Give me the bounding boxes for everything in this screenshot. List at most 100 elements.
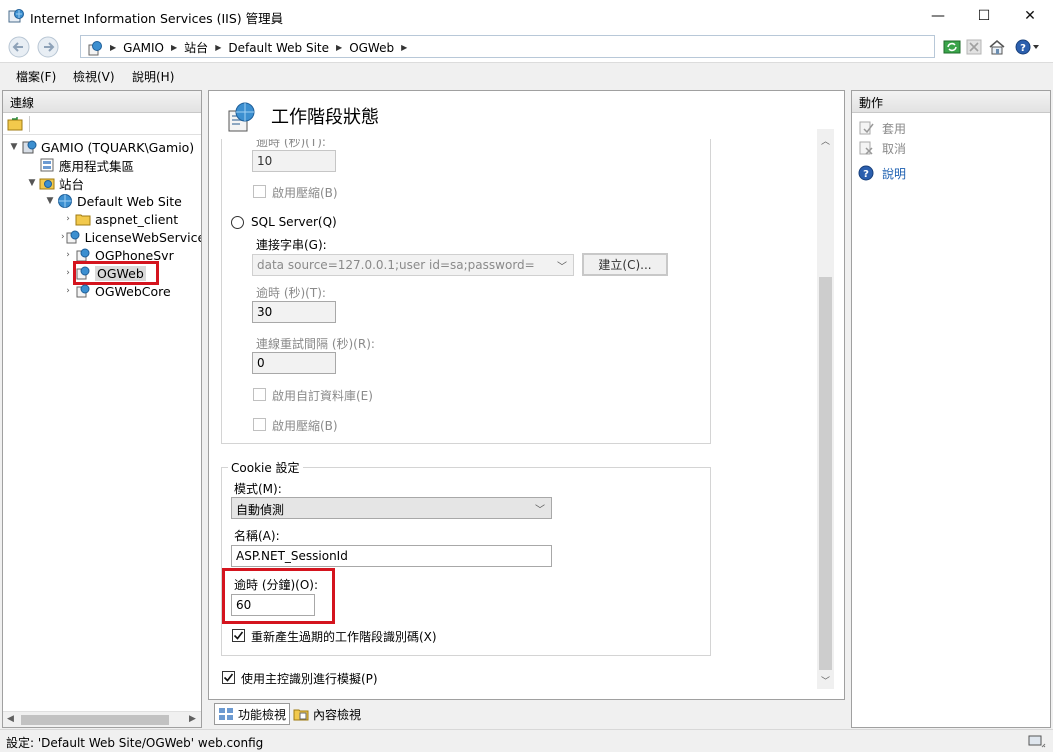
tree-item-aspnet-client[interactable]: › aspnet_client [61, 210, 178, 228]
custom-db-label: 啟用自訂資料庫(E) [272, 389, 373, 403]
tab-content-view[interactable]: 內容檢視 [290, 703, 364, 725]
chevron-down-icon[interactable]: ﹀ [535, 501, 545, 516]
compression-checkbox-1[interactable] [253, 185, 266, 198]
chevron-right-icon[interactable]: ▶ [336, 43, 342, 52]
tree-item-default-web-site[interactable]: ▼ Default Web Site [43, 192, 182, 210]
navigation-bar: ▶ GAMIO ▶ 站台 ▶ Default Web Site ▶ OGWeb … [0, 31, 1053, 63]
action-label: 說明 [882, 166, 907, 181]
tree-item-label: aspnet_client [95, 211, 179, 227]
conn-string-label: 連接字串(G): [256, 238, 327, 252]
chevron-right-icon[interactable]: › [61, 250, 75, 260]
tree-item-sites[interactable]: ▼ 站台 [25, 174, 84, 192]
conn-string-field[interactable]: data source=127.0.0.1;user id=sa;passwor… [252, 254, 574, 276]
address-bar[interactable]: ▶ GAMIO ▶ 站台 ▶ Default Web Site ▶ OGWeb … [80, 35, 935, 58]
action-cancel[interactable]: 取消 [858, 139, 906, 157]
folder-icon [75, 211, 91, 227]
status-bar: 設定: 'Default Web Site/OGWeb' web.config [0, 729, 1053, 752]
custom-db-checkbox[interactable] [253, 388, 266, 401]
breadcrumb-item[interactable]: GAMIO [123, 41, 164, 55]
tree-item-label: GAMIO (TQUARK\Gamio) [41, 139, 195, 155]
cookie-mode-value: 自動偵測 [236, 503, 285, 517]
menu-bar: 檔案(F) 檢視(V) 說明(H) [0, 63, 1053, 88]
cancel-icon [858, 140, 874, 156]
home-icon [989, 40, 1005, 55]
action-apply[interactable]: 套用 [858, 119, 906, 137]
breadcrumb-item[interactable]: 站台 [184, 39, 208, 56]
connections-panel: 連線 ▼ GAMIO (TQUARK\Gamio) 應用程式集區 ▼ 站台 ▼ … [2, 90, 202, 728]
chevron-down-icon[interactable]: ▼ [43, 196, 57, 206]
stop-icon [966, 39, 982, 55]
tree-item-app-pools[interactable]: 應用程式集區 [25, 156, 134, 174]
scroll-up-icon[interactable]: ︿ [817, 132, 834, 149]
checkmark-icon [233, 631, 244, 640]
chevron-right-icon[interactable]: › [61, 214, 75, 224]
chevron-right-icon[interactable]: › [61, 286, 75, 296]
stop-button[interactable] [964, 37, 984, 57]
forward-button[interactable] [35, 34, 61, 60]
menu-help[interactable]: 說明(H) [132, 68, 174, 85]
web-app-icon [65, 229, 81, 245]
horizontal-scrollbar[interactable]: ◀ ▶ [3, 711, 201, 727]
tree-item-label: 站台 [59, 176, 85, 192]
chevron-right-icon: ▶ [110, 43, 117, 52]
tree-item-server[interactable]: ▼ GAMIO (TQUARK\Gamio) [7, 138, 195, 156]
refresh-icon [943, 40, 961, 54]
chevron-right-icon[interactable]: ▶ [215, 43, 221, 52]
globe-icon [57, 193, 73, 209]
actions-panel: 動作 套用 取消 ? 說明 [851, 90, 1051, 728]
compression-checkbox-2[interactable] [253, 418, 266, 431]
chevron-down-icon[interactable]: ▼ [7, 142, 21, 152]
minimize-icon: — [931, 7, 945, 24]
sql-server-label: SQL Server(Q) [251, 215, 337, 229]
chevron-right-icon[interactable]: ▶ [401, 43, 407, 52]
svg-text:?: ? [1020, 43, 1026, 54]
breadcrumb: ▶ GAMIO ▶ 站台 ▶ Default Web Site ▶ OGWeb … [87, 39, 407, 56]
menu-view[interactable]: 檢視(V) [73, 68, 115, 85]
svg-text:?: ? [863, 169, 869, 180]
state-server-timeout-field[interactable]: 10 [252, 150, 336, 172]
tree-item-ogwebcore[interactable]: › OGWebCore [61, 282, 171, 300]
sql-server-radio[interactable] [231, 216, 244, 229]
chevron-down-icon[interactable]: ﹀ [557, 258, 567, 273]
scroll-right-icon[interactable]: ▶ [189, 714, 196, 724]
cookie-name-field[interactable]: ASP.NET_SessionId [231, 545, 552, 567]
home-button[interactable] [987, 37, 1007, 57]
vertical-scrollbar[interactable]: ︿ ﹀ [817, 129, 834, 689]
menu-file[interactable]: 檔案(F) [16, 68, 56, 85]
content-view-icon [293, 709, 309, 721]
retry-interval-label: 連線重試間隔 (秒)(R): [256, 337, 375, 351]
action-label: 套用 [882, 121, 907, 136]
create-connection-icon[interactable] [7, 116, 23, 132]
impersonate-checkbox[interactable] [222, 671, 235, 684]
close-button[interactable]: ✕ [1007, 0, 1053, 31]
scrollbar-thumb[interactable] [819, 277, 832, 670]
iis-app-icon [8, 9, 24, 23]
chevron-right-icon[interactable]: ▶ [171, 43, 177, 52]
chevron-down-icon[interactable]: ▼ [25, 178, 39, 188]
timeout-sec-label: 逾時 (秒)(T): [256, 139, 326, 149]
breadcrumb-item[interactable]: Default Web Site [228, 41, 329, 55]
regenerate-id-label: 重新產生過期的工作階段識別碼(X) [251, 630, 437, 644]
breadcrumb-item[interactable]: OGWeb [349, 41, 394, 55]
scrollbar-thumb[interactable] [21, 715, 169, 725]
create-conn-string-button[interactable]: 建立(C)... [582, 253, 668, 276]
refresh-button[interactable] [942, 37, 962, 57]
tree-item-license-web-service[interactable]: › LicenseWebService [61, 228, 201, 246]
maximize-button[interactable]: ☐ [961, 0, 1007, 31]
scroll-down-icon[interactable]: ﹀ [817, 672, 834, 689]
back-button[interactable] [6, 34, 32, 60]
action-help[interactable]: ? 說明 [858, 164, 906, 182]
sql-timeout-field[interactable]: 30 [252, 301, 336, 323]
tab-features-view[interactable]: 功能檢視 [214, 703, 291, 725]
cookie-mode-select[interactable]: 自動偵測 ﹀ [231, 497, 552, 519]
tab-label: 功能檢視 [238, 707, 287, 722]
compression-label-1: 啟用壓縮(B) [272, 186, 338, 200]
impersonate-label: 使用主控識別進行模擬(P) [241, 672, 378, 686]
help-dropdown-button[interactable]: ? [1013, 37, 1043, 57]
server-icon [21, 139, 37, 155]
regenerate-id-checkbox[interactable] [232, 629, 245, 642]
timeout-sec-label-2: 逾時 (秒)(T): [256, 286, 326, 300]
minimize-button[interactable]: — [915, 0, 961, 31]
scroll-left-icon[interactable]: ◀ [7, 714, 14, 724]
retry-interval-field[interactable]: 0 [252, 352, 336, 374]
